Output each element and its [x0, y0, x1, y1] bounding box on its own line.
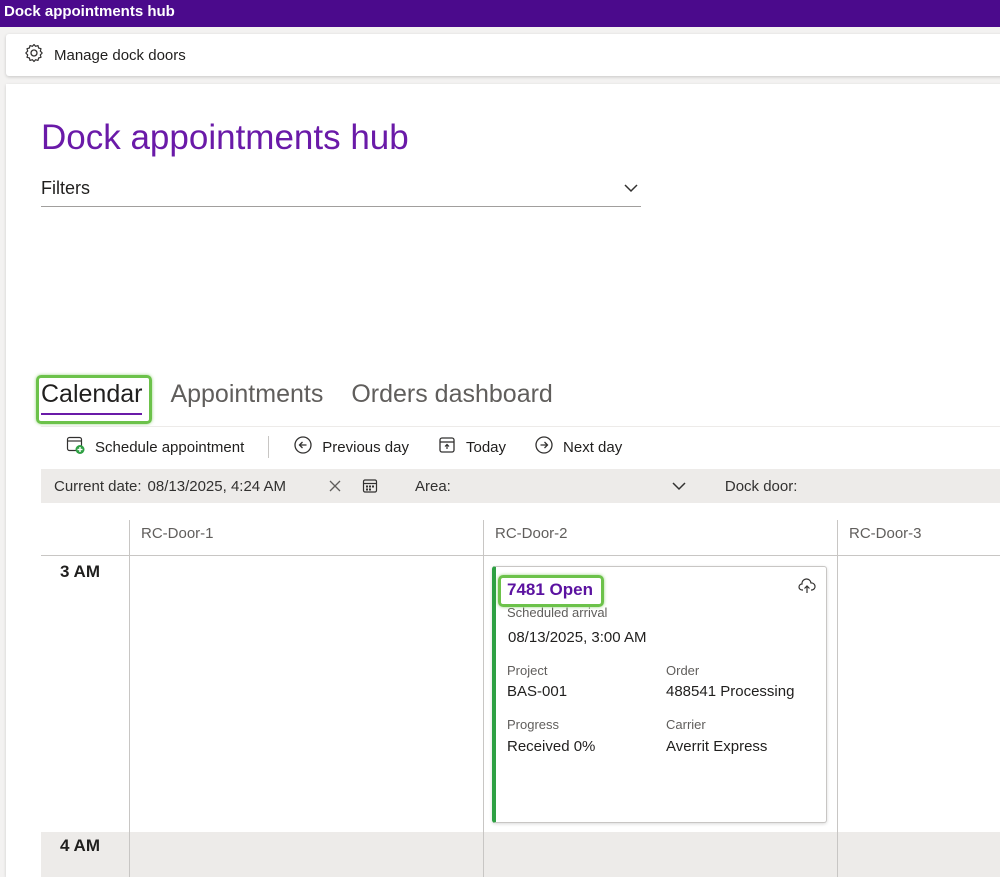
hour-label-3am: 3 AM	[60, 562, 100, 581]
tab-calendar-label: Calendar	[41, 380, 143, 408]
manage-dock-doors-label: Manage dock doors	[54, 46, 186, 64]
date-filter-bar: Current date: 08/13/2025, 4:24 AM Area: …	[41, 469, 1000, 503]
carrier-label: Carrier	[666, 717, 706, 732]
tab-appointments-label: Appointments	[170, 380, 324, 408]
hour-row-4am	[41, 832, 1000, 877]
order-value: 488541 Processing	[666, 683, 795, 700]
action-bar: Manage dock doors	[6, 34, 1000, 76]
column-header-rc-door-3: RC-Door-3	[837, 520, 1000, 556]
cloud-upload-icon[interactable]	[798, 577, 816, 600]
tab-orders-dashboard[interactable]: Orders dashboard	[351, 376, 553, 415]
appointment-title[interactable]: 7481 Open	[507, 580, 593, 600]
tab-appointments[interactable]: Appointments	[170, 376, 323, 415]
chevron-down-icon	[672, 482, 686, 491]
today-button[interactable]: Today	[437, 435, 506, 459]
header-divider	[41, 555, 1000, 556]
appointment-card[interactable]: 7481 Open Scheduled arrival 08/13/2025, …	[492, 566, 827, 823]
gear-icon	[24, 43, 54, 67]
main-card: Dock appointments hub Filters Calendar A…	[6, 84, 1000, 877]
next-day-button[interactable]: Next day	[534, 435, 622, 459]
tab-calendar[interactable]: Calendar	[41, 376, 143, 415]
tab-active-indicator	[41, 413, 143, 415]
carrier-value: Averrit Express	[666, 738, 768, 755]
area-dropdown[interactable]	[671, 478, 687, 494]
dock-door-label: Dock door:	[724, 477, 798, 495]
clear-date-icon[interactable]	[328, 479, 342, 493]
tab-strip: Calendar Appointments Orders dashboard	[41, 376, 581, 415]
project-value: BAS-001	[507, 683, 568, 700]
current-date-label: Current date:	[54, 477, 142, 495]
tab-orders-dashboard-label: Orders dashboard	[351, 380, 553, 408]
chevron-down-icon	[623, 180, 639, 201]
current-date-value[interactable]: 08/13/2025, 4:24 AM	[148, 478, 286, 495]
scheduled-arrival-label: Scheduled arrival	[507, 605, 608, 620]
calendar-toolbar: Schedule appointment Previous day Today …	[41, 426, 1000, 467]
schedule-appointment-label: Schedule appointment	[95, 438, 245, 456]
previous-day-button[interactable]: Previous day	[293, 435, 409, 459]
window-title: Dock appointments hub	[0, 0, 1000, 27]
today-label: Today	[466, 438, 507, 456]
progress-label: Progress	[507, 717, 560, 732]
column-divider	[837, 556, 838, 877]
column-header-rc-door-2: RC-Door-2	[483, 520, 837, 556]
arrow-left-circle-icon	[293, 435, 322, 459]
previous-day-label: Previous day	[322, 438, 409, 456]
column-header-rc-door-1: RC-Door-1	[129, 520, 483, 556]
filters-expander[interactable]: Filters	[41, 178, 641, 207]
next-day-label: Next day	[563, 438, 623, 456]
schedule-appointment-button[interactable]: Schedule appointment	[66, 435, 244, 459]
date-picker-icon[interactable]	[362, 478, 378, 494]
calendar-add-icon	[66, 435, 95, 459]
filters-label: Filters	[41, 178, 90, 198]
hour-label-4am: 4 AM	[60, 836, 100, 855]
area-label: Area:	[415, 477, 451, 495]
column-divider	[129, 556, 130, 877]
order-label: Order	[666, 663, 700, 678]
toolbar-divider	[268, 436, 270, 458]
calendar-grid: RC-Door-1 RC-Door-2 RC-Door-3 3 AM 4 AM …	[41, 520, 1000, 877]
arrow-right-circle-icon	[534, 435, 563, 459]
scheduled-arrival-value: 08/13/2025, 3:00 AM	[508, 629, 647, 646]
page-title: Dock appointments hub	[41, 118, 409, 157]
manage-dock-doors-button[interactable]: Manage dock doors	[24, 43, 186, 67]
calendar-today-icon	[437, 435, 466, 459]
progress-value: Received 0%	[507, 738, 596, 755]
project-label: Project	[507, 663, 548, 678]
column-divider	[483, 556, 484, 877]
